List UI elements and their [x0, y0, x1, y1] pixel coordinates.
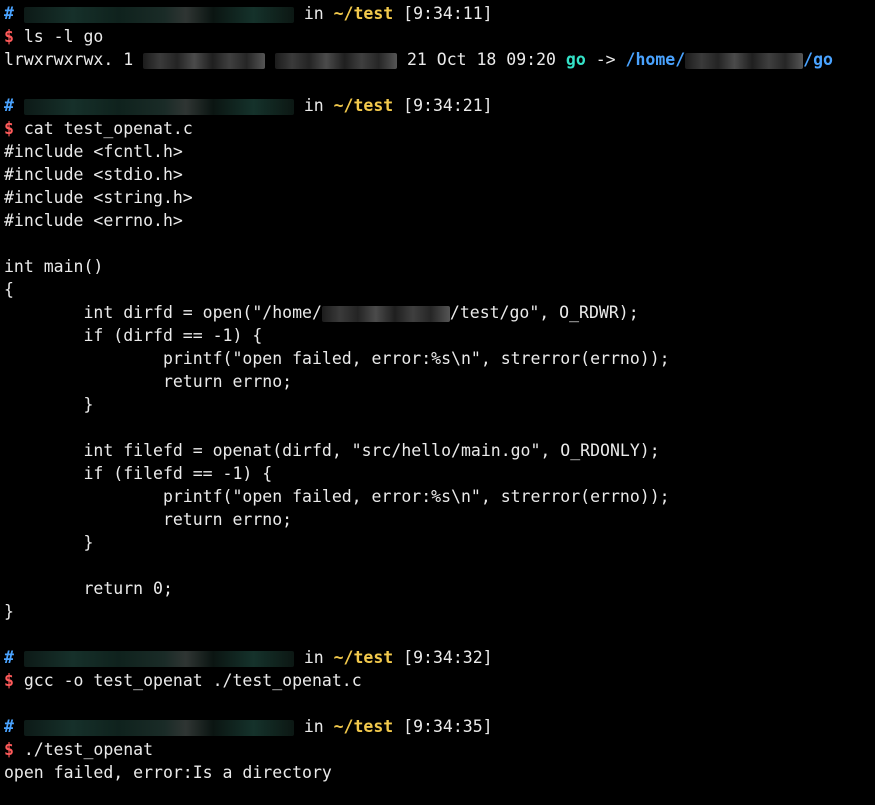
- command-text: cat test_openat.c: [23, 119, 193, 138]
- prompt-in: in: [303, 4, 324, 23]
- redacted-username: [23, 98, 294, 115]
- command-sign: $: [4, 740, 14, 759]
- command-text: ./test_openat: [23, 740, 154, 759]
- ls-arrow: ->: [595, 50, 616, 69]
- redacted-username: [23, 650, 294, 667]
- code-line: #include <string.h>: [4, 188, 193, 207]
- ls-target-prefix: /home/: [625, 50, 686, 69]
- prompt-in: in: [303, 96, 324, 115]
- prompt-in: in: [303, 648, 324, 667]
- prompt-hash: #: [4, 96, 14, 115]
- ls-output-line: lrwxrwxrwx. 1 21 Oct 18 09:20 go -> /hom…: [4, 48, 875, 71]
- command-line: $ ./test_openat: [4, 738, 875, 761]
- prompt-line: # in ~/test [9:34:21]: [4, 94, 875, 117]
- code-line: #include <fcntl.h>: [4, 142, 183, 161]
- prompt-line: # in ~/test [9:34:32]: [4, 646, 875, 669]
- redacted-home-user: [685, 52, 804, 69]
- terminal-window[interactable]: # in ~/test [9:34:11] $ ls -l go lrwxrwx…: [0, 0, 875, 805]
- code-line: if (filefd == -1) {: [4, 464, 273, 483]
- command-text: ls -l go: [23, 27, 104, 46]
- command-text: gcc -o test_openat ./test_openat.c: [23, 671, 362, 690]
- code-open-suffix: /test/go", O_RDWR);: [449, 303, 639, 322]
- prompt-directory: ~/test: [333, 4, 394, 23]
- code-open-prefix: int dirfd = open("/home/: [4, 303, 322, 322]
- ls-target-suffix: /go: [803, 50, 833, 69]
- command-sign: $: [4, 671, 14, 690]
- prompt-hash: #: [4, 4, 14, 23]
- command-sign: $: [4, 119, 14, 138]
- command-line: $ gcc -o test_openat ./test_openat.c: [4, 669, 875, 692]
- command-sign: $: [4, 27, 14, 46]
- code-line: printf("open failed, error:%s\n", strerr…: [4, 487, 670, 506]
- redacted-username: [23, 719, 294, 736]
- ls-link-name: go: [565, 50, 586, 69]
- prompt-timestamp: [9:34:21]: [403, 96, 493, 115]
- code-line: }: [4, 602, 14, 621]
- code-line: {: [4, 280, 14, 299]
- prompt-directory: ~/test: [333, 717, 394, 736]
- command-line: $ cat test_openat.c: [4, 117, 875, 140]
- prompt-timestamp: [9:34:35]: [403, 717, 493, 736]
- redacted-home-user: [321, 305, 450, 322]
- code-line: #include <errno.h>: [4, 211, 183, 230]
- code-line: return errno;: [4, 510, 293, 529]
- prompt-hash: #: [4, 717, 14, 736]
- redacted-group: [275, 52, 398, 69]
- code-line: if (dirfd == -1) {: [4, 326, 263, 345]
- code-line: }: [4, 533, 94, 552]
- prompt-directory: ~/test: [333, 648, 394, 667]
- command-line: $ ls -l go: [4, 25, 875, 48]
- redacted-username: [23, 6, 294, 23]
- prompt-hash: #: [4, 648, 14, 667]
- code-line: return errno;: [4, 372, 293, 391]
- code-line-open: int dirfd = open("/home/ /test/go", O_RDW…: [4, 301, 875, 324]
- prompt-timestamp: [9:34:11]: [403, 4, 493, 23]
- prompt-directory: ~/test: [333, 96, 394, 115]
- code-line: int filefd = openat(dirfd, "src/hello/ma…: [4, 441, 660, 460]
- code-line: printf("open failed, error:%s\n", strerr…: [4, 349, 670, 368]
- prompt-timestamp: [9:34:32]: [403, 648, 493, 667]
- program-output: open failed, error:Is a directory: [4, 763, 332, 782]
- code-line: int main(): [4, 257, 104, 276]
- ls-perms: lrwxrwxrwx. 1: [4, 50, 134, 69]
- prompt-line: # in ~/test [9:34:11]: [4, 2, 875, 25]
- redacted-owner: [143, 52, 266, 69]
- prompt-line: # in ~/test [9:34:35]: [4, 715, 875, 738]
- ls-date: 21 Oct 18 09:20: [406, 50, 556, 69]
- code-line: #include <stdio.h>: [4, 165, 183, 184]
- prompt-in: in: [303, 717, 324, 736]
- code-line: return 0;: [4, 579, 173, 598]
- code-line: }: [4, 395, 94, 414]
